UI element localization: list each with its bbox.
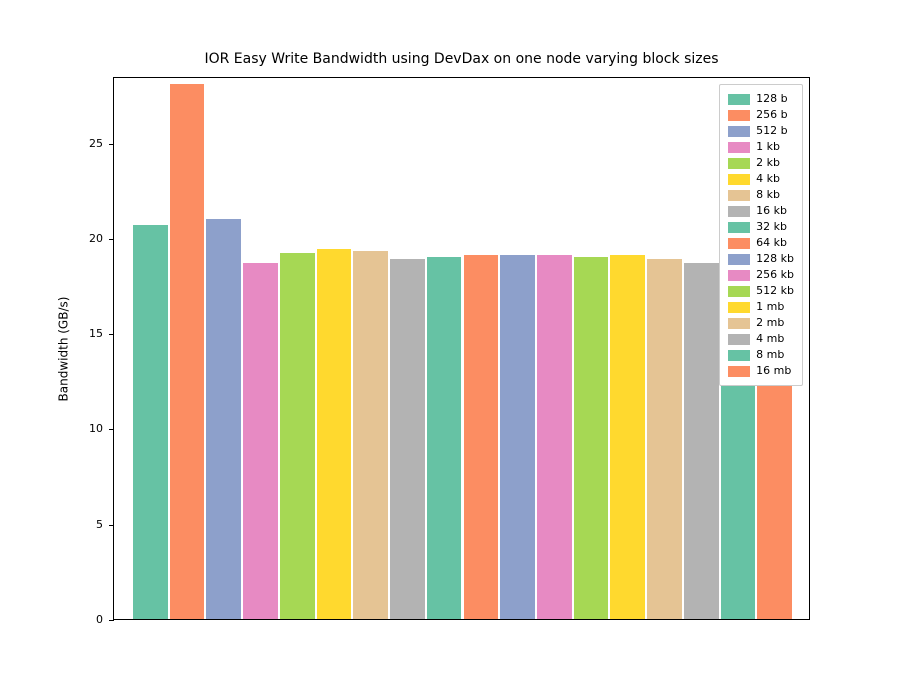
legend-swatch xyxy=(728,94,750,105)
y-tick: 25 xyxy=(103,144,113,145)
legend-swatch xyxy=(728,206,750,217)
legend-label: 256 kb xyxy=(756,267,794,283)
legend-entry: 16 kb xyxy=(728,203,794,219)
y-tick: 10 xyxy=(103,429,113,430)
plot-area: 128 b256 b512 b1 kb2 kb4 kb8 kb16 kb32 k… xyxy=(113,77,810,620)
legend-label: 8 kb xyxy=(756,187,780,203)
bar xyxy=(574,257,609,619)
tick-mark xyxy=(109,620,114,621)
legend-swatch xyxy=(728,126,750,137)
legend-swatch xyxy=(728,366,750,377)
legend-label: 32 kb xyxy=(756,219,787,235)
y-tick-label: 25 xyxy=(89,137,103,150)
legend-swatch xyxy=(728,174,750,185)
legend-entry: 256 kb xyxy=(728,267,794,283)
y-tick: 20 xyxy=(103,239,113,240)
bar xyxy=(537,255,572,619)
legend-label: 1 kb xyxy=(756,139,780,155)
bar xyxy=(500,255,535,619)
y-tick-label: 0 xyxy=(96,613,103,626)
legend-swatch xyxy=(728,286,750,297)
legend-label: 2 kb xyxy=(756,155,780,171)
legend-entry: 128 b xyxy=(728,91,794,107)
legend-entry: 8 kb xyxy=(728,187,794,203)
y-tick-label: 15 xyxy=(89,327,103,340)
legend-swatch xyxy=(728,334,750,345)
legend-swatch xyxy=(728,142,750,153)
legend: 128 b256 b512 b1 kb2 kb4 kb8 kb16 kb32 k… xyxy=(719,84,803,386)
y-tick-label: 10 xyxy=(89,422,103,435)
legend-swatch xyxy=(728,238,750,249)
tick-mark xyxy=(109,239,114,240)
y-axis-label-container: Bandwidth (GB/s) xyxy=(53,77,73,620)
legend-swatch xyxy=(728,254,750,265)
tick-mark xyxy=(109,334,114,335)
y-tick-label: 5 xyxy=(96,518,103,531)
chart-container: IOR Easy Write Bandwidth using DevDax on… xyxy=(113,77,810,620)
bar xyxy=(464,255,499,619)
legend-entry: 1 mb xyxy=(728,299,794,315)
bar xyxy=(317,249,352,619)
bar xyxy=(390,259,425,619)
legend-label: 4 kb xyxy=(756,171,780,187)
bar xyxy=(647,259,682,619)
bars-layer xyxy=(114,76,811,619)
tick-mark xyxy=(109,429,114,430)
legend-entry: 4 kb xyxy=(728,171,794,187)
y-tick: 0 xyxy=(103,620,113,621)
legend-swatch xyxy=(728,318,750,329)
bar xyxy=(610,255,645,619)
legend-entry: 4 mb xyxy=(728,331,794,347)
y-tick-label: 20 xyxy=(89,232,103,245)
legend-swatch xyxy=(728,270,750,281)
legend-label: 512 kb xyxy=(756,283,794,299)
legend-label: 128 b xyxy=(756,91,787,107)
legend-entry: 64 kb xyxy=(728,235,794,251)
bar xyxy=(243,263,278,619)
bar xyxy=(353,251,388,619)
bar xyxy=(427,257,462,619)
legend-label: 4 mb xyxy=(756,331,784,347)
legend-entry: 512 b xyxy=(728,123,794,139)
legend-entry: 256 b xyxy=(728,107,794,123)
y-tick: 5 xyxy=(103,525,113,526)
bar xyxy=(684,263,719,619)
bar xyxy=(170,84,205,619)
legend-swatch xyxy=(728,302,750,313)
y-tick: 15 xyxy=(103,334,113,335)
tick-mark xyxy=(109,525,114,526)
legend-entry: 1 kb xyxy=(728,139,794,155)
legend-entry: 8 mb xyxy=(728,347,794,363)
bar xyxy=(133,225,168,619)
legend-label: 1 mb xyxy=(756,299,784,315)
chart-title: IOR Easy Write Bandwidth using DevDax on… xyxy=(113,51,810,67)
bar xyxy=(280,253,315,619)
legend-swatch xyxy=(728,190,750,201)
y-axis-label: Bandwidth (GB/s) xyxy=(56,296,70,401)
legend-swatch xyxy=(728,158,750,169)
legend-swatch xyxy=(728,350,750,361)
legend-swatch xyxy=(728,222,750,233)
legend-label: 512 b xyxy=(756,123,787,139)
legend-swatch xyxy=(728,110,750,121)
legend-label: 16 mb xyxy=(756,363,791,379)
legend-entry: 32 kb xyxy=(728,219,794,235)
bar xyxy=(206,219,241,619)
legend-entry: 512 kb xyxy=(728,283,794,299)
legend-label: 2 mb xyxy=(756,315,784,331)
legend-label: 256 b xyxy=(756,107,787,123)
legend-entry: 2 mb xyxy=(728,315,794,331)
legend-label: 16 kb xyxy=(756,203,787,219)
legend-label: 8 mb xyxy=(756,347,784,363)
legend-label: 64 kb xyxy=(756,235,787,251)
legend-entry: 128 kb xyxy=(728,251,794,267)
legend-label: 128 kb xyxy=(756,251,794,267)
legend-entry: 16 mb xyxy=(728,363,794,379)
tick-mark xyxy=(109,144,114,145)
legend-entry: 2 kb xyxy=(728,155,794,171)
